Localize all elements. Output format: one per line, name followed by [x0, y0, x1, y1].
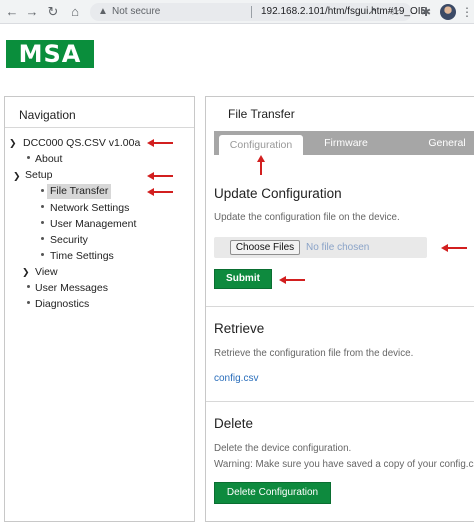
- submit-button[interactable]: Submit: [214, 269, 272, 289]
- bookmark-star-icon[interactable]: ☆: [390, 3, 400, 21]
- extensions-icon[interactable]: ✱: [419, 5, 433, 19]
- delete-warning-text: Warning: Make sure you have saved a copy…: [214, 459, 474, 470]
- address-bar[interactable]: ▲ Not secure 192.168.2.101/htm/fsgui.htm…: [90, 3, 428, 21]
- delete-help-text: Delete the device configuration.: [214, 443, 352, 454]
- share-icon[interactable]: ↗: [368, 3, 376, 21]
- retrieve-heading: Retrieve: [214, 321, 265, 336]
- annotation-arrow: [441, 244, 467, 252]
- update-help-text: Update the configuration file on the dev…: [214, 212, 400, 223]
- tree-item-time-settings[interactable]: Time Settings: [50, 249, 114, 264]
- bullet-icon: [41, 205, 44, 208]
- tab-bar: Configuration Firmware General: [214, 131, 474, 155]
- chevron-down-icon[interactable]: ❯: [13, 171, 21, 182]
- section-divider: [206, 401, 474, 402]
- tab-configuration[interactable]: Configuration: [218, 134, 304, 155]
- navigation-panel: Navigation ❯ DCC000 QS.CSV v1.00a About …: [4, 96, 195, 522]
- delete-configuration-button[interactable]: Delete Configuration: [214, 482, 331, 504]
- panel-divider: [5, 127, 194, 128]
- annotation-arrow: [147, 188, 173, 196]
- update-configuration-heading: Update Configuration: [214, 186, 342, 201]
- delete-heading: Delete: [214, 416, 254, 431]
- profile-avatar[interactable]: [440, 4, 456, 20]
- bullet-icon: [41, 221, 44, 224]
- bullet-icon: [41, 189, 44, 192]
- tab-firmware[interactable]: Firmware: [316, 131, 376, 155]
- tree-item-network-settings[interactable]: Network Settings: [50, 201, 129, 216]
- tree-item-security[interactable]: Security: [50, 233, 88, 248]
- choose-files-button[interactable]: Choose Files: [230, 240, 300, 255]
- bullet-icon: [27, 156, 30, 159]
- bullet-icon: [27, 301, 30, 304]
- tree-item-view[interactable]: View: [35, 265, 58, 280]
- annotation-arrow: [147, 139, 173, 147]
- security-label: Not secure: [112, 6, 161, 17]
- warning-icon: ▲: [98, 6, 108, 17]
- config-csv-link[interactable]: config.csv: [214, 373, 258, 384]
- annotation-arrow: [279, 276, 305, 284]
- reload-icon[interactable]: ↻: [45, 4, 61, 20]
- chevron-down-icon[interactable]: ❯: [9, 138, 17, 149]
- url-text[interactable]: 192.168.2.101/htm/fsgui.htm#19_OID: [261, 3, 428, 21]
- navigation-title: Navigation: [19, 108, 76, 122]
- tree-item-user-messages[interactable]: User Messages: [35, 281, 108, 296]
- section-divider: [206, 306, 474, 307]
- file-input-row: Choose Files No file chosen: [214, 237, 427, 258]
- msa-logo: MSA: [6, 40, 94, 68]
- tree-item-diagnostics[interactable]: Diagnostics: [35, 297, 89, 312]
- bullet-icon: [41, 237, 44, 240]
- back-icon[interactable]: ←: [4, 4, 20, 20]
- menu-kebab-icon[interactable]: ⋮: [461, 4, 473, 20]
- tree-item-about[interactable]: About: [35, 152, 62, 167]
- browser-toolbar: ← → ↻ ⌂ ▲ Not secure 192.168.2.101/htm/f…: [0, 0, 474, 24]
- tab-general[interactable]: General: [422, 131, 472, 155]
- file-transfer-panel: File Transfer Configuration Firmware Gen…: [205, 96, 474, 522]
- tree-item-device[interactable]: DCC000 QS.CSV v1.00a: [23, 136, 140, 151]
- annotation-arrow: [147, 172, 173, 180]
- retrieve-help-text: Retrieve the configuration file from the…: [214, 348, 414, 359]
- file-transfer-title: File Transfer: [228, 107, 295, 121]
- chevron-right-icon[interactable]: ❯: [22, 267, 30, 278]
- forward-icon[interactable]: →: [24, 4, 40, 20]
- tree-item-user-management[interactable]: User Management: [50, 217, 136, 232]
- tree-item-file-transfer[interactable]: File Transfer: [47, 184, 112, 199]
- bullet-icon: [41, 253, 44, 256]
- tree-item-setup[interactable]: Setup: [25, 168, 52, 183]
- home-icon[interactable]: ⌂: [67, 4, 83, 20]
- no-file-chosen-text: No file chosen: [306, 242, 370, 253]
- bullet-icon: [27, 285, 30, 288]
- address-divider: [251, 6, 252, 18]
- annotation-arrow: [257, 155, 265, 175]
